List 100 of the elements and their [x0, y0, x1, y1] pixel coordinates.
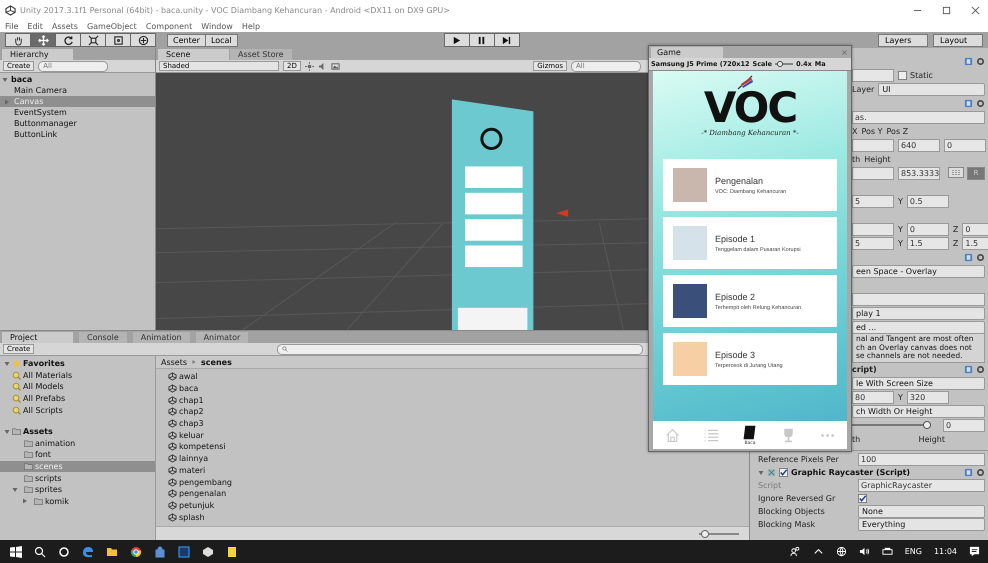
value-dropdown[interactable]: UI — [878, 82, 985, 96]
search-field[interactable] — [277, 344, 643, 354]
store-app-icon[interactable] — [154, 546, 166, 558]
folder-label[interactable]: sprites — [35, 485, 62, 494]
value-field[interactable]: as. — [852, 110, 985, 124]
value-dropdown[interactable]: le With Screen Size — [852, 376, 985, 390]
icon-size-slider[interactable] — [699, 530, 739, 538]
scene-file[interactable]: lainnya — [179, 454, 208, 464]
hierarchy-tab[interactable]: Hierarchy — [2, 49, 73, 60]
play-icon[interactable] — [451, 34, 462, 46]
folder-label[interactable]: Assets — [23, 427, 53, 436]
scene-file[interactable]: pengembang — [179, 478, 232, 487]
slider-thumb[interactable] — [700, 530, 709, 538]
move-tool-icon[interactable] — [38, 34, 48, 46]
pivot-button[interactable]: Local — [204, 34, 238, 46]
folder-label[interactable]: komik — [45, 496, 69, 506]
slider-thumb[interactable] — [776, 61, 783, 67]
value-field[interactable]: 320 — [906, 390, 949, 404]
menu-item[interactable]: Help — [242, 22, 260, 30]
hand-tool-icon[interactable] — [12, 34, 24, 46]
scene-file[interactable]: splash — [179, 512, 205, 522]
hierarchy-item[interactable]: Buttonmanager — [14, 118, 77, 129]
pause-icon[interactable] — [476, 34, 488, 46]
value-field[interactable] — [852, 222, 894, 236]
favorite-item[interactable]: All Prefabs — [23, 394, 66, 404]
panel-tab[interactable]: Console — [79, 332, 127, 343]
scene-tab[interactable]: Scene — [158, 49, 229, 60]
settings-icon[interactable] — [976, 98, 985, 108]
value-field[interactable]: GraphicRaycaster — [858, 479, 985, 492]
settings-icon[interactable] — [976, 468, 985, 477]
menu-item[interactable]: Window — [201, 22, 233, 30]
slider-thumb[interactable] — [923, 421, 931, 429]
value-dropdown[interactable]: ch Width Or Height — [852, 404, 985, 418]
scene-file[interactable]: pengenalan — [179, 489, 226, 498]
value-dropdown[interactable]: play 1 — [852, 306, 985, 320]
settings-icon[interactable] — [976, 252, 985, 262]
breadcrumb-item[interactable]: Assets — [161, 358, 188, 366]
scene-file[interactable]: keluar — [179, 430, 204, 440]
expand-arrow-icon[interactable] — [4, 428, 10, 435]
value-field[interactable] — [852, 68, 894, 82]
folder-label[interactable]: scripts — [35, 474, 62, 483]
edge-app-icon[interactable] — [82, 546, 94, 558]
notification-icon[interactable] — [969, 546, 980, 557]
scene-tab[interactable]: Asset Store — [230, 49, 292, 60]
value-field[interactable] — [852, 166, 894, 180]
close-icon[interactable] — [971, 6, 980, 14]
scene-file[interactable]: chap1 — [179, 396, 204, 405]
explorer-app-icon[interactable] — [106, 546, 118, 558]
value-dropdown[interactable]: ed ... — [852, 320, 985, 334]
menu-item[interactable]: File — [5, 22, 18, 30]
menu-item[interactable]: Assets — [52, 22, 78, 30]
photoshop-app-icon[interactable] — [178, 546, 190, 558]
slider-track[interactable] — [852, 421, 931, 429]
value-field[interactable]: 100 — [858, 453, 985, 466]
blueprint-icon[interactable] — [948, 166, 964, 178]
value-field[interactable] — [852, 138, 894, 152]
speaker-icon[interactable] — [858, 546, 870, 557]
menu-item[interactable]: GameObject — [86, 22, 137, 30]
checkbox[interactable] — [858, 494, 867, 503]
hierarchy-item[interactable]: Main Camera — [14, 85, 68, 96]
panel-tab[interactable]: Animator — [196, 332, 248, 343]
scene-file[interactable]: chap2 — [179, 407, 204, 416]
value-field[interactable]: 0 — [943, 418, 985, 432]
panel-tab[interactable]: Animation — [132, 332, 190, 343]
value-field[interactable]: 1.5 — [906, 236, 949, 250]
collapse-arrow-icon[interactable] — [758, 470, 764, 476]
settings-icon[interactable] — [976, 56, 985, 66]
pivot-button[interactable]: Center — [167, 34, 206, 46]
scene-file[interactable]: petunjuk — [179, 500, 214, 510]
value-field[interactable]: 0 — [962, 222, 988, 236]
rect-tool-icon[interactable] — [112, 34, 124, 46]
value-field[interactable]: 853.3333 — [898, 166, 940, 180]
folder-label[interactable]: font — [35, 450, 51, 460]
scene-file[interactable]: baca — [179, 384, 198, 394]
scene-file[interactable]: kompetensi — [179, 442, 226, 452]
menu-item[interactable]: Component — [146, 22, 192, 30]
chrome-app-icon[interactable] — [130, 546, 142, 558]
expand-arrow-icon[interactable] — [22, 498, 28, 504]
panel-tab[interactable]: Project — [2, 332, 73, 343]
menu-item[interactable]: Edit — [27, 22, 43, 30]
value-field[interactable] — [852, 292, 985, 306]
game-tab[interactable]: Game — [651, 47, 723, 58]
value-field[interactable]: 1.5 — [962, 236, 988, 250]
expand-arrow-icon[interactable] — [12, 486, 18, 493]
light-icon[interactable] — [304, 62, 314, 70]
scene-file[interactable]: materi — [179, 466, 206, 475]
windows-start-icon[interactable] — [10, 546, 22, 558]
scene-file[interactable]: awal — [179, 372, 198, 382]
value-field[interactable]: 5 — [852, 236, 894, 250]
scene-name[interactable]: baca — [11, 74, 32, 85]
cortana-app-icon[interactable] — [58, 546, 70, 558]
value-field[interactable]: 5 — [852, 194, 894, 208]
scale-slider[interactable] — [775, 61, 794, 67]
breadcrumb-item[interactable]: scenes — [201, 358, 232, 366]
value-field[interactable]: 640 — [898, 138, 940, 152]
favorite-item[interactable]: All Models — [23, 382, 64, 392]
value-field[interactable]: 0 — [906, 222, 949, 236]
notes-app-icon[interactable] — [226, 546, 238, 558]
expand-arrow-icon[interactable] — [4, 360, 10, 367]
settings-icon[interactable] — [976, 364, 985, 374]
